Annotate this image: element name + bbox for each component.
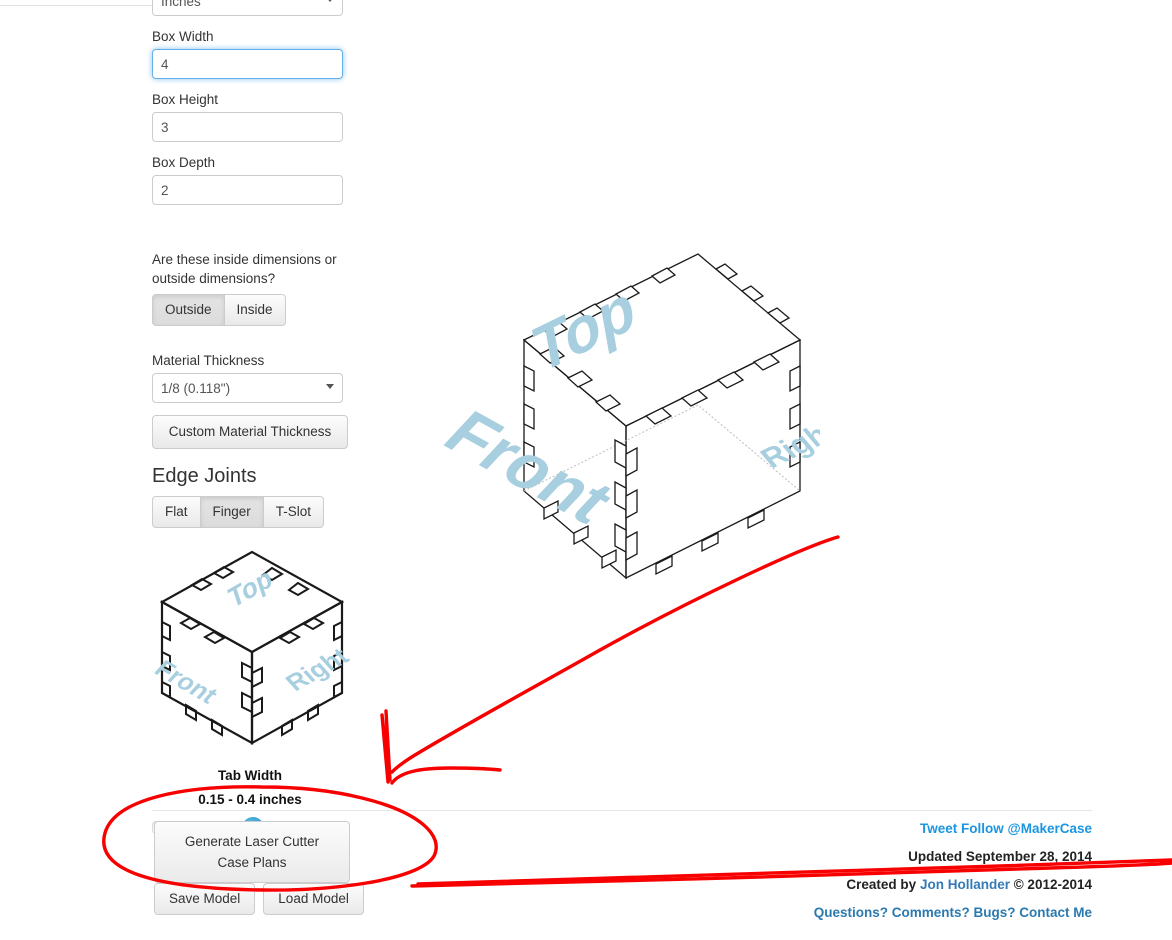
- edge-joints-group[interactable]: Flat Finger T-Slot: [152, 496, 352, 528]
- annotation-arrow-head: [380, 709, 392, 784]
- custom-material-thickness-button[interactable]: Custom Material Thickness: [152, 415, 348, 449]
- dimension-outside-button[interactable]: Outside: [152, 294, 225, 326]
- footer-updated-row: Updated September 28, 2014: [672, 848, 1092, 865]
- edge-joint-tslot-button[interactable]: T-Slot: [263, 496, 325, 528]
- page-root: Inches Box Width Box Height Box Depth Ar…: [0, 0, 1172, 940]
- generate-line-1: Generate Laser Cutter: [184, 834, 320, 849]
- updated-prefix: Updated: [908, 849, 963, 864]
- save-model-button[interactable]: Save Model: [154, 883, 256, 915]
- material-thickness-label: Material Thickness: [152, 353, 265, 368]
- material-thickness-select-wrap[interactable]: 1/8 (0.118"): [152, 373, 343, 403]
- edge-joint-flat-button[interactable]: Flat: [152, 496, 201, 528]
- author-link[interactable]: Jon Hollander: [920, 877, 1010, 892]
- dimension-toggle-group[interactable]: Outside Inside: [152, 294, 352, 326]
- edge-joint-finger-button[interactable]: Finger: [200, 496, 264, 528]
- box-height-label: Box Height: [152, 92, 219, 107]
- created-prefix: Created by: [846, 877, 917, 892]
- units-select-wrap[interactable]: Inches: [152, 0, 343, 16]
- load-model-button[interactable]: Load Model: [263, 883, 364, 915]
- footer: Tweet Follow @MakerCase Updated Septembe…: [672, 820, 1092, 932]
- box-width-input-wrap[interactable]: [152, 49, 343, 79]
- units-select[interactable]: Inches: [152, 0, 343, 16]
- dimension-question-label: Are these inside dimensions or outside d…: [152, 252, 337, 286]
- box-width-label: Box Width: [152, 29, 214, 44]
- tab-width-range: 0.15 - 0.4 inches: [198, 792, 302, 807]
- footer-tweet-row: Tweet Follow @MakerCase: [672, 820, 1092, 837]
- tweet-follow-link[interactable]: Tweet Follow @MakerCase: [920, 821, 1092, 836]
- box-face-right-label: Right: [754, 414, 820, 474]
- box-face-top-label: Top: [529, 270, 639, 388]
- page-top-rule: [0, 5, 152, 6]
- box-preview-svg: Top Front Right: [429, 253, 845, 580]
- box-preview: Top Front Right: [429, 248, 845, 593]
- cube-face-front-label: Front: [152, 656, 223, 709]
- material-thickness-select[interactable]: 1/8 (0.118"): [152, 373, 343, 403]
- generate-line-2: Case Plans: [217, 855, 287, 870]
- box-depth-input[interactable]: [152, 175, 343, 205]
- controls-panel: Inches Box Width Box Height Box Depth Ar…: [149, 0, 355, 839]
- dimension-inside-button[interactable]: Inside: [224, 294, 286, 326]
- annotation-arrow-tail: [390, 766, 502, 785]
- joint-preview-cube: Top Front Right: [149, 540, 355, 760]
- box-width-input[interactable]: [152, 49, 343, 79]
- box-height-input[interactable]: [152, 112, 343, 142]
- generate-plans-button[interactable]: Generate Laser Cutter Case Plans: [154, 821, 350, 883]
- updated-date: September 28, 2014: [965, 849, 1092, 864]
- tab-width-title: Tab Width: [217, 768, 283, 783]
- footer-created-row: Created by Jon Hollander © 2012-2014: [672, 876, 1092, 893]
- copyright-text: © 2012-2014: [1013, 877, 1092, 892]
- joint-cube-svg: Top Front Right: [149, 550, 355, 745]
- edge-joints-title: Edge Joints: [152, 465, 257, 487]
- cube-face-top-label: Top: [225, 561, 276, 615]
- footer-divider: [152, 810, 1092, 811]
- footer-questions-row: Questions? Comments? Bugs? Contact Me: [672, 904, 1092, 921]
- model-io-group: Save Model Load Model: [154, 883, 364, 915]
- contact-link[interactable]: Questions? Comments? Bugs? Contact Me: [814, 905, 1092, 920]
- box-depth-label: Box Depth: [152, 155, 216, 170]
